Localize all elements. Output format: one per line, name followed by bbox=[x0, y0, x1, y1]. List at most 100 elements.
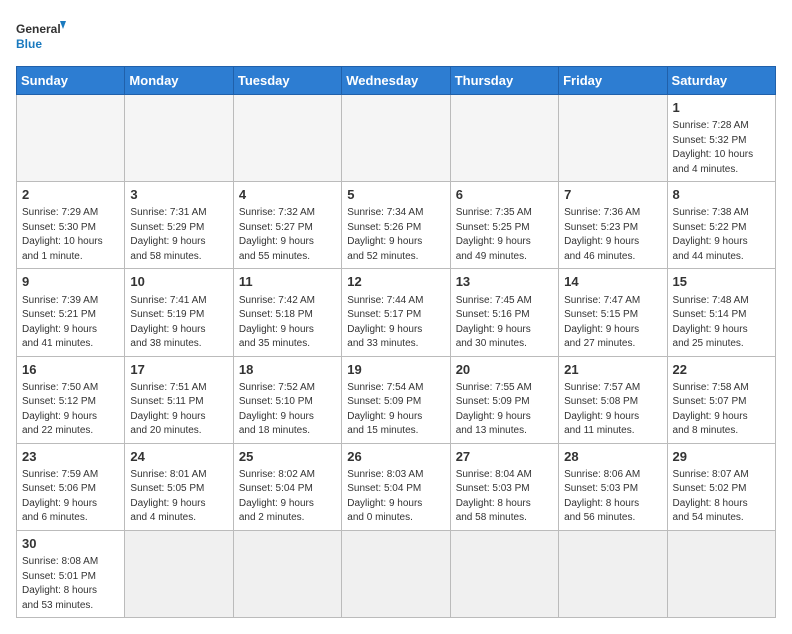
day-number: 8 bbox=[673, 186, 770, 204]
weekday-header-wednesday: Wednesday bbox=[342, 67, 450, 95]
calendar-cell: 4 Sunrise: 7:32 AM Sunset: 5:27 PM Daylig… bbox=[233, 182, 341, 269]
day-info: Sunrise: 7:50 AM Sunset: 5:12 PM Dayligh… bbox=[22, 381, 119, 439]
calendar-cell: 9Sunrise: 7:39 AM Sunset: 5:21 PM Daylig… bbox=[17, 269, 125, 356]
svg-text:General: General bbox=[16, 22, 61, 36]
svg-text:Blue: Blue bbox=[16, 37, 42, 51]
day-info: Sunrise: 7:51 AM Sunset: 5:11 PM Dayligh… bbox=[130, 381, 227, 439]
day-number: 11 bbox=[239, 273, 336, 291]
calendar-cell: 19Sunrise: 7:54 AM Sunset: 5:09 PM Dayli… bbox=[342, 356, 450, 443]
day-info: Sunrise: 7:42 AM Sunset: 5:18 PM Dayligh… bbox=[239, 294, 336, 352]
weekday-header-saturday: Saturday bbox=[667, 67, 775, 95]
calendar-cell bbox=[125, 95, 233, 182]
calendar-cell bbox=[233, 530, 341, 617]
calendar-cell: 27 Sunrise: 8:04 AM Sunset: 5:03 PM Dayli… bbox=[450, 443, 558, 530]
calendar-week-3: 9Sunrise: 7:39 AM Sunset: 5:21 PM Daylig… bbox=[17, 269, 776, 356]
day-number: 27 bbox=[456, 448, 553, 466]
day-number: 25 bbox=[239, 448, 336, 466]
day-info: Sunrise: 7:32 AM Sunset: 5:27 PM Dayligh… bbox=[239, 206, 336, 264]
day-number: 3 bbox=[130, 186, 227, 204]
day-number: 22 bbox=[673, 361, 770, 379]
day-info: Sunrise: 7:28 AM Sunset: 5:32 PM Dayligh… bbox=[673, 119, 770, 177]
day-info: Sunrise: 7:58 AM Sunset: 5:07 PM Dayligh… bbox=[673, 381, 770, 439]
logo: General Blue bbox=[16, 16, 66, 56]
calendar-cell bbox=[17, 95, 125, 182]
day-number: 1 bbox=[673, 99, 770, 117]
weekday-header-thursday: Thursday bbox=[450, 67, 558, 95]
calendar-cell: 20 Sunrise: 7:55 AM Sunset: 5:09 PM Dayli… bbox=[450, 356, 558, 443]
calendar-cell: 2 Sunrise: 7:29 AM Sunset: 5:30 PM Daylig… bbox=[17, 182, 125, 269]
calendar-week-6: 30 Sunrise: 8:08 AM Sunset: 5:01 PM Dayli… bbox=[17, 530, 776, 617]
day-number: 2 bbox=[22, 186, 119, 204]
calendar-cell bbox=[342, 530, 450, 617]
calendar-cell bbox=[233, 95, 341, 182]
day-info: Sunrise: 8:07 AM Sunset: 5:02 PM Dayligh… bbox=[673, 468, 770, 526]
day-info: Sunrise: 7:29 AM Sunset: 5:30 PM Dayligh… bbox=[22, 206, 119, 264]
calendar-cell: 26 Sunrise: 8:03 AM Sunset: 5:04 PM Dayli… bbox=[342, 443, 450, 530]
day-number: 30 bbox=[22, 535, 119, 553]
calendar-cell bbox=[342, 95, 450, 182]
day-info: Sunrise: 7:48 AM Sunset: 5:14 PM Dayligh… bbox=[673, 294, 770, 352]
day-info: Sunrise: 7:52 AM Sunset: 5:10 PM Dayligh… bbox=[239, 381, 336, 439]
calendar-cell: 28Sunrise: 8:06 AM Sunset: 5:03 PM Dayli… bbox=[559, 443, 667, 530]
calendar-cell bbox=[450, 530, 558, 617]
day-info: Sunrise: 8:04 AM Sunset: 5:03 PM Dayligh… bbox=[456, 468, 553, 526]
calendar-cell: 14Sunrise: 7:47 AM Sunset: 5:15 PM Dayli… bbox=[559, 269, 667, 356]
day-number: 4 bbox=[239, 186, 336, 204]
day-info: Sunrise: 8:02 AM Sunset: 5:04 PM Dayligh… bbox=[239, 468, 336, 526]
calendar-cell: 6 Sunrise: 7:35 AM Sunset: 5:25 PM Daylig… bbox=[450, 182, 558, 269]
day-number: 6 bbox=[456, 186, 553, 204]
calendar-cell: 10Sunrise: 7:41 AM Sunset: 5:19 PM Dayli… bbox=[125, 269, 233, 356]
day-info: Sunrise: 7:55 AM Sunset: 5:09 PM Dayligh… bbox=[456, 381, 553, 439]
calendar-cell: 7 Sunrise: 7:36 AM Sunset: 5:23 PM Daylig… bbox=[559, 182, 667, 269]
day-number: 23 bbox=[22, 448, 119, 466]
day-info: Sunrise: 7:54 AM Sunset: 5:09 PM Dayligh… bbox=[347, 381, 444, 439]
day-info: Sunrise: 7:47 AM Sunset: 5:15 PM Dayligh… bbox=[564, 294, 661, 352]
day-info: Sunrise: 8:08 AM Sunset: 5:01 PM Dayligh… bbox=[22, 555, 119, 613]
calendar-cell: 29Sunrise: 8:07 AM Sunset: 5:02 PM Dayli… bbox=[667, 443, 775, 530]
day-number: 17 bbox=[130, 361, 227, 379]
calendar-cell: 21Sunrise: 7:57 AM Sunset: 5:08 PM Dayli… bbox=[559, 356, 667, 443]
page-header: General Blue bbox=[16, 16, 776, 56]
calendar-cell: 8Sunrise: 7:38 AM Sunset: 5:22 PM Daylig… bbox=[667, 182, 775, 269]
calendar-cell: 16 Sunrise: 7:50 AM Sunset: 5:12 PM Dayli… bbox=[17, 356, 125, 443]
weekday-header-row: SundayMondayTuesdayWednesdayThursdayFrid… bbox=[17, 67, 776, 95]
calendar-cell: 1 Sunrise: 7:28 AM Sunset: 5:32 PM Daylig… bbox=[667, 95, 775, 182]
day-info: Sunrise: 7:31 AM Sunset: 5:29 PM Dayligh… bbox=[130, 206, 227, 264]
day-number: 26 bbox=[347, 448, 444, 466]
day-number: 13 bbox=[456, 273, 553, 291]
day-number: 16 bbox=[22, 361, 119, 379]
calendar-cell: 24Sunrise: 8:01 AM Sunset: 5:05 PM Dayli… bbox=[125, 443, 233, 530]
day-info: Sunrise: 7:41 AM Sunset: 5:19 PM Dayligh… bbox=[130, 294, 227, 352]
day-number: 28 bbox=[564, 448, 661, 466]
calendar-cell: 22 Sunrise: 7:58 AM Sunset: 5:07 PM Dayli… bbox=[667, 356, 775, 443]
day-info: Sunrise: 7:45 AM Sunset: 5:16 PM Dayligh… bbox=[456, 294, 553, 352]
calendar-cell: 5Sunrise: 7:34 AM Sunset: 5:26 PM Daylig… bbox=[342, 182, 450, 269]
day-number: 18 bbox=[239, 361, 336, 379]
calendar-cell: 13 Sunrise: 7:45 AM Sunset: 5:16 PM Dayli… bbox=[450, 269, 558, 356]
generalblue-logo-icon: General Blue bbox=[16, 16, 66, 56]
day-number: 15 bbox=[673, 273, 770, 291]
weekday-header-tuesday: Tuesday bbox=[233, 67, 341, 95]
day-info: Sunrise: 8:03 AM Sunset: 5:04 PM Dayligh… bbox=[347, 468, 444, 526]
calendar-cell bbox=[559, 530, 667, 617]
day-info: Sunrise: 7:36 AM Sunset: 5:23 PM Dayligh… bbox=[564, 206, 661, 264]
day-info: Sunrise: 8:01 AM Sunset: 5:05 PM Dayligh… bbox=[130, 468, 227, 526]
calendar-cell: 11 Sunrise: 7:42 AM Sunset: 5:18 PM Dayli… bbox=[233, 269, 341, 356]
calendar-cell: 23 Sunrise: 7:59 AM Sunset: 5:06 PM Dayli… bbox=[17, 443, 125, 530]
calendar-cell: 15 Sunrise: 7:48 AM Sunset: 5:14 PM Dayli… bbox=[667, 269, 775, 356]
day-number: 12 bbox=[347, 273, 444, 291]
calendar-cell bbox=[559, 95, 667, 182]
day-info: Sunrise: 7:44 AM Sunset: 5:17 PM Dayligh… bbox=[347, 294, 444, 352]
calendar-week-2: 2 Sunrise: 7:29 AM Sunset: 5:30 PM Daylig… bbox=[17, 182, 776, 269]
calendar-cell bbox=[125, 530, 233, 617]
weekday-header-friday: Friday bbox=[559, 67, 667, 95]
calendar-cell: 17 Sunrise: 7:51 AM Sunset: 5:11 PM Dayli… bbox=[125, 356, 233, 443]
calendar-cell: 25 Sunrise: 8:02 AM Sunset: 5:04 PM Dayli… bbox=[233, 443, 341, 530]
day-number: 21 bbox=[564, 361, 661, 379]
day-number: 7 bbox=[564, 186, 661, 204]
day-info: Sunrise: 7:35 AM Sunset: 5:25 PM Dayligh… bbox=[456, 206, 553, 264]
calendar-cell: 30 Sunrise: 8:08 AM Sunset: 5:01 PM Dayli… bbox=[17, 530, 125, 617]
day-info: Sunrise: 7:59 AM Sunset: 5:06 PM Dayligh… bbox=[22, 468, 119, 526]
day-number: 20 bbox=[456, 361, 553, 379]
calendar-cell: 18 Sunrise: 7:52 AM Sunset: 5:10 PM Dayli… bbox=[233, 356, 341, 443]
